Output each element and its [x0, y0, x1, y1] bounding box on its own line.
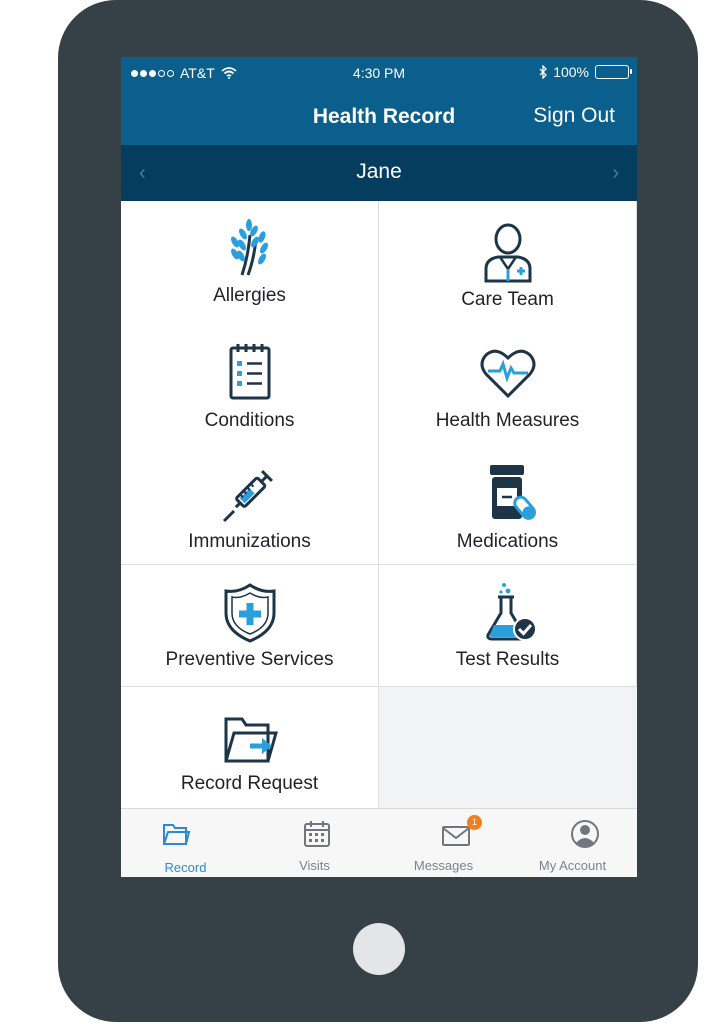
flask-check-icon: [486, 583, 537, 641]
health-record-menu-grid: Allergies Care Team Conditions Health Me…: [121, 201, 637, 809]
battery-percent: 100%: [553, 64, 589, 80]
calendar-icon: [304, 821, 330, 847]
tile-label: Preventive Services: [165, 649, 334, 670]
tile-immunizations[interactable]: Immunizations: [121, 443, 379, 565]
envelope-icon: [442, 826, 470, 846]
app-screen: AT&T 4:30 PM 100% Health Record Sign Out…: [121, 57, 637, 877]
tile-health-measures[interactable]: Health Measures: [379, 322, 637, 444]
tile-label: Conditions: [204, 410, 295, 431]
home-button[interactable]: [353, 923, 405, 975]
tile-conditions[interactable]: Conditions: [121, 322, 379, 444]
tile-care-team[interactable]: Care Team: [379, 201, 637, 323]
tab-label: Visits: [299, 858, 330, 873]
tile-label: Care Team: [461, 289, 554, 310]
wheat-icon: [231, 219, 268, 276]
status-bar: AT&T 4:30 PM 100%: [121, 57, 637, 89]
tab-label: Messages: [413, 858, 474, 873]
battery-icon: [595, 65, 632, 79]
bluetooth-icon: [539, 65, 548, 79]
tab-my-account[interactable]: My Account: [508, 809, 637, 877]
heart-pulse-icon: [480, 349, 536, 399]
syringe-icon: [222, 470, 273, 523]
patient-name: Jane: [356, 160, 402, 183]
navigation-bar: Health Record Sign Out: [121, 89, 637, 145]
tile-label: Record Request: [180, 773, 319, 794]
tile-medications[interactable]: Medications: [379, 443, 637, 565]
tile-label: Health Measures: [435, 410, 580, 431]
bottom-tab-bar: Record Visits 1 Messages My Account: [121, 808, 637, 877]
pill-bottle-icon: [490, 465, 536, 520]
clipboard-list-icon: [229, 344, 271, 400]
tab-record[interactable]: Record: [121, 809, 250, 877]
user-circle-icon: [571, 820, 599, 848]
empty-tile: [379, 687, 637, 809]
shield-plus-icon: [224, 583, 276, 643]
tile-label: Test Results: [455, 649, 560, 670]
tile-record-request[interactable]: Record Request: [121, 687, 379, 809]
tab-label: Record: [164, 860, 207, 875]
tile-allergies[interactable]: Allergies: [121, 201, 379, 323]
sign-out-button[interactable]: Sign Out: [533, 104, 615, 128]
unread-badge: 1: [467, 815, 482, 830]
next-patient-chevron-icon[interactable]: ›: [612, 162, 619, 185]
tile-test-results[interactable]: Test Results: [379, 565, 637, 687]
tile-preventive-services[interactable]: Preventive Services: [121, 565, 379, 687]
doctor-icon: [484, 223, 532, 283]
tile-label: Medications: [456, 531, 559, 552]
folder-arrow-icon: [224, 717, 278, 763]
tile-label: Allergies: [213, 285, 286, 306]
tab-messages[interactable]: 1 Messages: [379, 809, 508, 877]
tile-label: Immunizations: [188, 531, 311, 552]
patient-selector: ‹ Jane ›: [121, 145, 637, 201]
status-right: 100%: [539, 64, 632, 80]
tab-label: My Account: [538, 858, 607, 873]
tab-visits[interactable]: Visits: [250, 809, 379, 877]
folder-icon: [163, 824, 191, 845]
